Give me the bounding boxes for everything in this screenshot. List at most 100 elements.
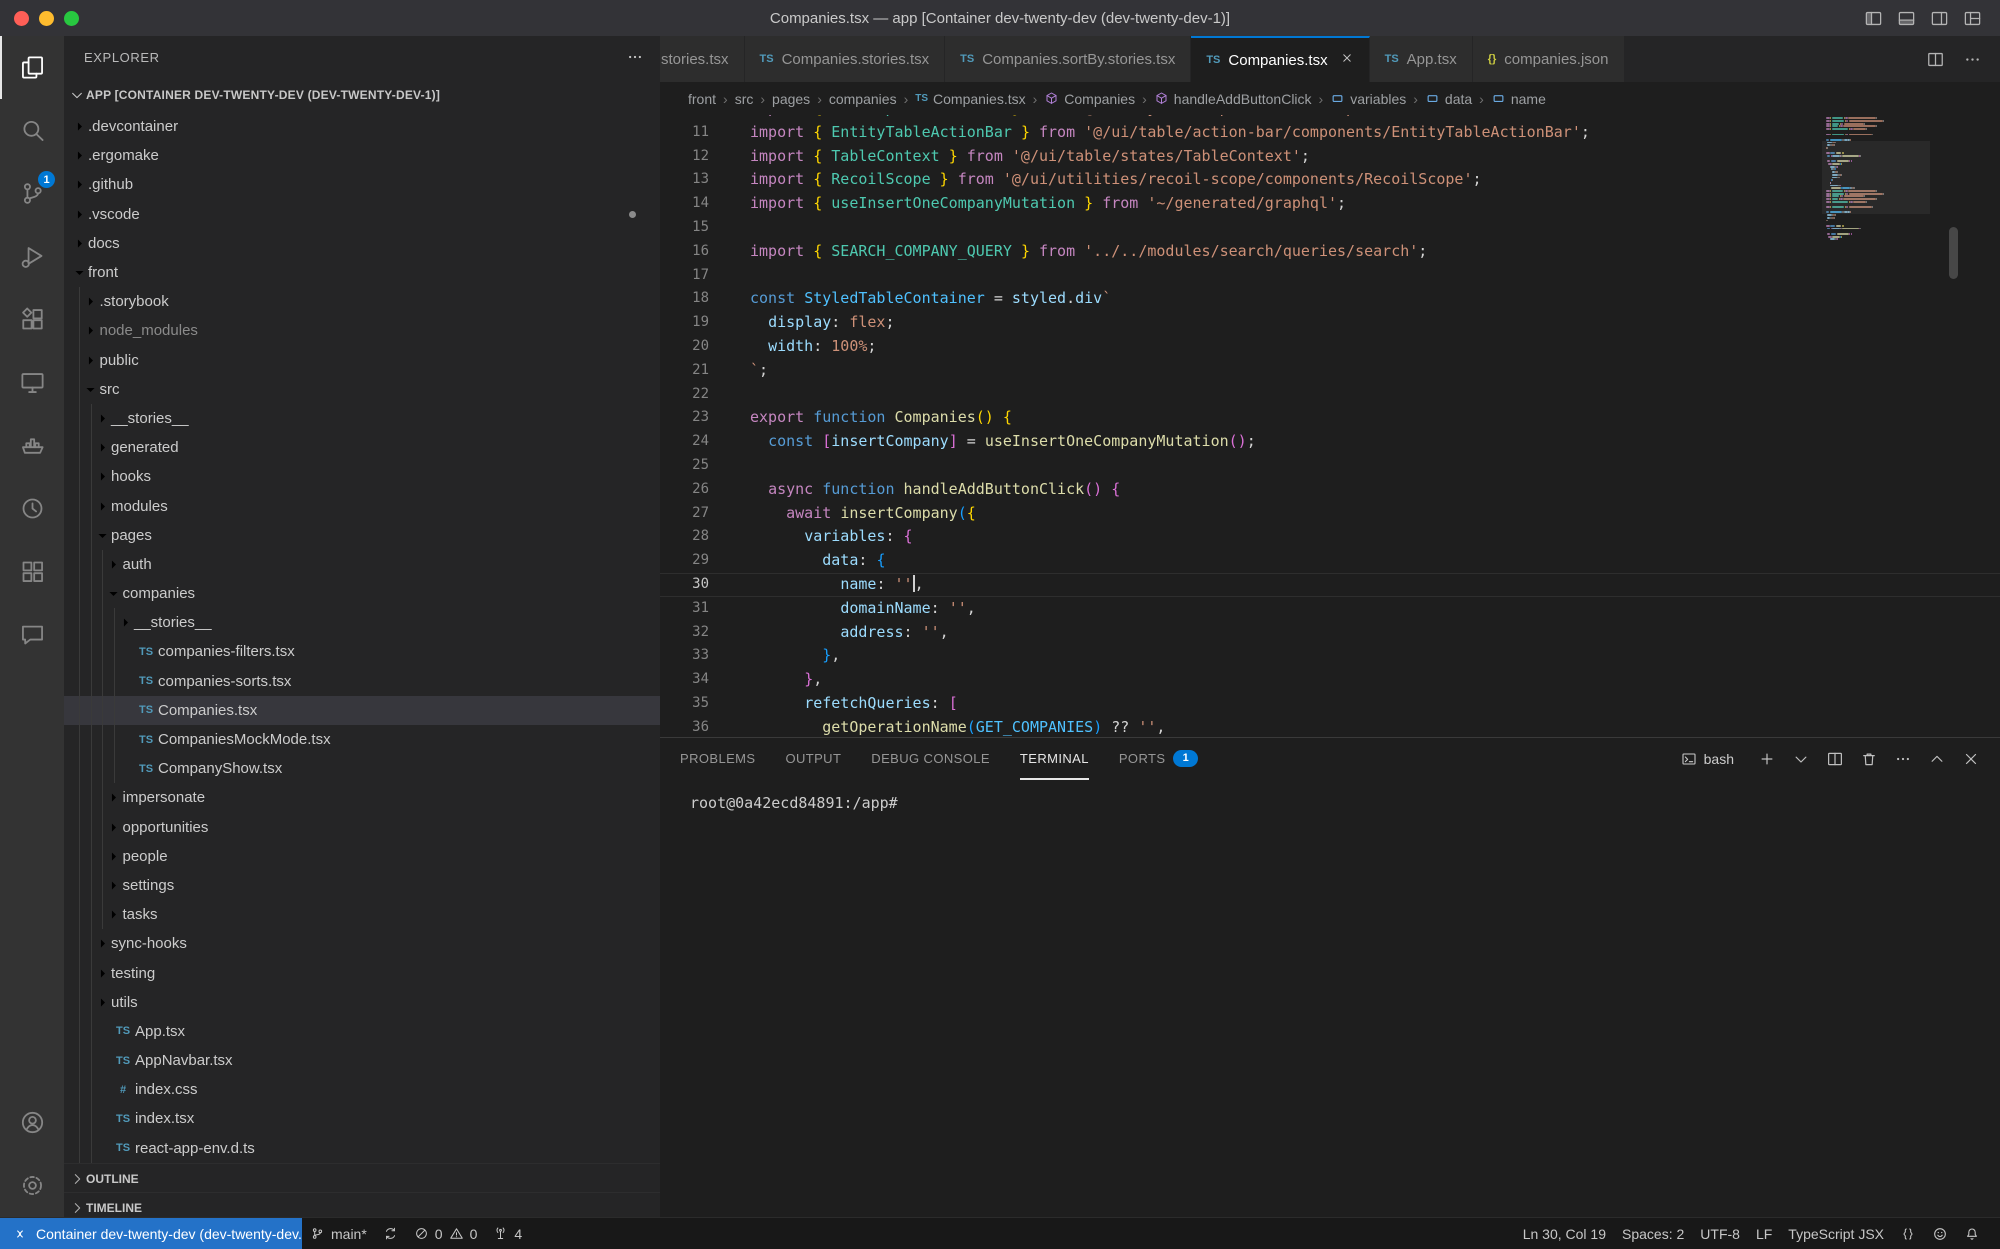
activity-settings[interactable] <box>0 1154 64 1217</box>
chevron-down-icon[interactable] <box>1792 750 1810 768</box>
activity-docker[interactable] <box>0 414 64 477</box>
timeline-section-header[interactable]: TIMELINE <box>64 1192 660 1217</box>
code-line-32[interactable]: 32 address: '', <box>660 621 2000 645</box>
tab-companies.json[interactable]: {}companies.json <box>1473 36 1625 82</box>
sync-changes-button[interactable] <box>375 1218 406 1249</box>
code-line-20[interactable]: 20 width: 100%; <box>660 335 2000 359</box>
tab-stories.tsx[interactable]: stories.tsx <box>660 36 745 82</box>
tab-Companies.tsx[interactable]: TSCompanies.tsx <box>1191 36 1369 82</box>
activity-source-control[interactable]: 1 <box>0 162 64 225</box>
tree-file-index.tsx[interactable]: TSindex.tsx <box>64 1104 660 1133</box>
tree-folder-node_modules[interactable]: node_modules <box>64 316 660 345</box>
activity-accounts[interactable] <box>0 1091 64 1154</box>
tree-folder-src[interactable]: src <box>64 375 660 404</box>
code-line-29[interactable]: 29 data: { <box>660 549 2000 573</box>
tree-folder-pages[interactable]: pages <box>64 521 660 550</box>
code-line-28[interactable]: 28 variables: { <box>660 525 2000 549</box>
more-actions-icon[interactable] <box>626 48 644 66</box>
tree-folder-opportunities[interactable]: opportunities <box>64 813 660 842</box>
close-tab-icon[interactable] <box>1340 51 1354 69</box>
code-line-12[interactable]: 12import { TableContext } from '@/ui/tab… <box>660 145 2000 169</box>
split-editor-icon[interactable] <box>1826 750 1844 768</box>
panel-tab-problems[interactable]: PROBLEMS <box>680 738 755 780</box>
close-icon[interactable] <box>1962 750 1980 768</box>
editor-scrollbar-thumb[interactable] <box>1949 227 1958 279</box>
toggle-primary-sidebar-icon[interactable] <box>1864 9 1883 28</box>
code-line-16[interactable]: 16import { SEARCH_COMPANY_QUERY } from '… <box>660 240 2000 264</box>
panel-tab-output[interactable]: OUTPUT <box>785 738 841 780</box>
activity-chat[interactable] <box>0 603 64 666</box>
tree-file-Companies.tsx[interactable]: TSCompanies.tsx <box>64 696 660 725</box>
code-line-23[interactable]: 23export function Companies() { <box>660 406 2000 430</box>
tree-folder-impersonate[interactable]: impersonate <box>64 783 660 812</box>
status-language-mode[interactable]: TypeScript JSX <box>1780 1218 1892 1249</box>
panel-tab-terminal[interactable]: TERMINAL <box>1020 738 1089 780</box>
code-line-35[interactable]: 35 refetchQueries: [ <box>660 692 2000 716</box>
breadcrumb-item-data[interactable]: data <box>1425 91 1472 107</box>
tree-file-index.css[interactable]: #index.css <box>64 1075 660 1104</box>
code-line-30[interactable]: 30 name: '', <box>660 573 2000 597</box>
tree-folder-front[interactable]: front <box>64 258 660 287</box>
tree-folder-.github[interactable]: .github <box>64 170 660 199</box>
breadcrumb-item-variables[interactable]: variables <box>1330 91 1406 107</box>
code-line-36[interactable]: 36 getOperationName(GET_COMPANIES) ?? ''… <box>660 716 2000 737</box>
code-line-18[interactable]: 18const StyledTableContainer = styled.di… <box>660 287 2000 311</box>
minimize-window-button[interactable] <box>39 11 54 26</box>
code-editor[interactable]: 10import { WithTopBarContainer } from '@… <box>660 115 2000 737</box>
code-line-19[interactable]: 19 display: flex; <box>660 311 2000 335</box>
tree-folder-.ergomake[interactable]: .ergomake <box>64 141 660 170</box>
code-line-11[interactable]: 11import { EntityTableActionBar } from '… <box>660 121 2000 145</box>
tree-file-companies-filters.tsx[interactable]: TScompanies-filters.tsx <box>64 637 660 666</box>
tree-folder-auth[interactable]: auth <box>64 550 660 579</box>
breadcrumb-item-front[interactable]: front <box>688 91 716 107</box>
zoom-window-button[interactable] <box>64 11 79 26</box>
breadcrumb-item-Companies.tsx[interactable]: TSCompanies.tsx <box>915 91 1025 107</box>
breadcrumb-item-Companies[interactable]: Companies <box>1044 91 1135 107</box>
new-terminal-icon[interactable] <box>1758 750 1776 768</box>
code-line-34[interactable]: 34 }, <box>660 668 2000 692</box>
remote-indicator[interactable]: Container dev-twenty-dev (dev-twenty-dev… <box>0 1218 302 1249</box>
tree-folder-.storybook[interactable]: .storybook <box>64 287 660 316</box>
activity-explorer[interactable] <box>0 36 64 99</box>
tree-folder-.devcontainer[interactable]: .devcontainer <box>64 112 660 141</box>
tree-folder-.vscode[interactable]: .vscode <box>64 200 660 229</box>
toggle-secondary-sidebar-icon[interactable] <box>1930 9 1949 28</box>
close-window-button[interactable] <box>14 11 29 26</box>
tree-folder-hooks[interactable]: hooks <box>64 462 660 491</box>
tree-folder-__stories__[interactable]: __stories__ <box>64 608 660 637</box>
tree-file-CompanyShow.tsx[interactable]: TSCompanyShow.tsx <box>64 754 660 783</box>
activity-grid[interactable] <box>0 540 64 603</box>
code-line-15[interactable]: 15 <box>660 216 2000 240</box>
code-line-13[interactable]: 13import { RecoilScope } from '@/ui/util… <box>660 168 2000 192</box>
tree-file-react-app-env.d.ts[interactable]: TSreact-app-env.d.ts <box>64 1134 660 1163</box>
tree-folder-companies[interactable]: companies <box>64 579 660 608</box>
customize-layout-icon[interactable] <box>1963 9 1982 28</box>
chevron-up-icon[interactable] <box>1928 750 1946 768</box>
breadcrumb-item-handleAddButtonClick[interactable]: handleAddButtonClick <box>1154 91 1312 107</box>
tree-folder-public[interactable]: public <box>64 346 660 375</box>
tree-file-App.tsx[interactable]: TSApp.tsx <box>64 1017 660 1046</box>
activity-gitlens[interactable] <box>0 477 64 540</box>
minimap-viewport[interactable] <box>1822 141 1930 214</box>
minimap[interactable] <box>1826 117 1926 241</box>
problems-indicator[interactable]: 00 <box>406 1218 486 1249</box>
outline-section-header[interactable]: OUTLINE <box>64 1163 660 1193</box>
status-indentation[interactable]: Spaces: 2 <box>1614 1218 1692 1249</box>
tree-folder-settings[interactable]: settings <box>64 871 660 900</box>
tree-folder-people[interactable]: people <box>64 842 660 871</box>
tree-folder-sync-hooks[interactable]: sync-hooks <box>64 929 660 958</box>
workspace-section-header[interactable]: APP [CONTAINER DEV-TWENTY-DEV (DEV-TWENT… <box>64 78 660 112</box>
split-editor-icon[interactable] <box>1926 50 1945 69</box>
tree-folder-docs[interactable]: docs <box>64 229 660 258</box>
breadcrumb-item-companies[interactable]: companies <box>829 91 897 107</box>
tree-file-companies-sorts.tsx[interactable]: TScompanies-sorts.tsx <box>64 667 660 696</box>
activity-extensions[interactable] <box>0 288 64 351</box>
code-line-14[interactable]: 14import { useInsertOneCompanyMutation }… <box>660 192 2000 216</box>
breadcrumb-item-name[interactable]: name <box>1491 91 1546 107</box>
code-line-27[interactable]: 27 await insertCompany({ <box>660 502 2000 526</box>
tree-folder-generated[interactable]: generated <box>64 433 660 462</box>
code-line-17[interactable]: 17 <box>660 264 2000 288</box>
status-encoding[interactable]: UTF-8 <box>1692 1218 1748 1249</box>
code-line-21[interactable]: 21`; <box>660 359 2000 383</box>
terminal-content[interactable]: root@0a42ecd84891:/app# <box>660 780 2000 812</box>
